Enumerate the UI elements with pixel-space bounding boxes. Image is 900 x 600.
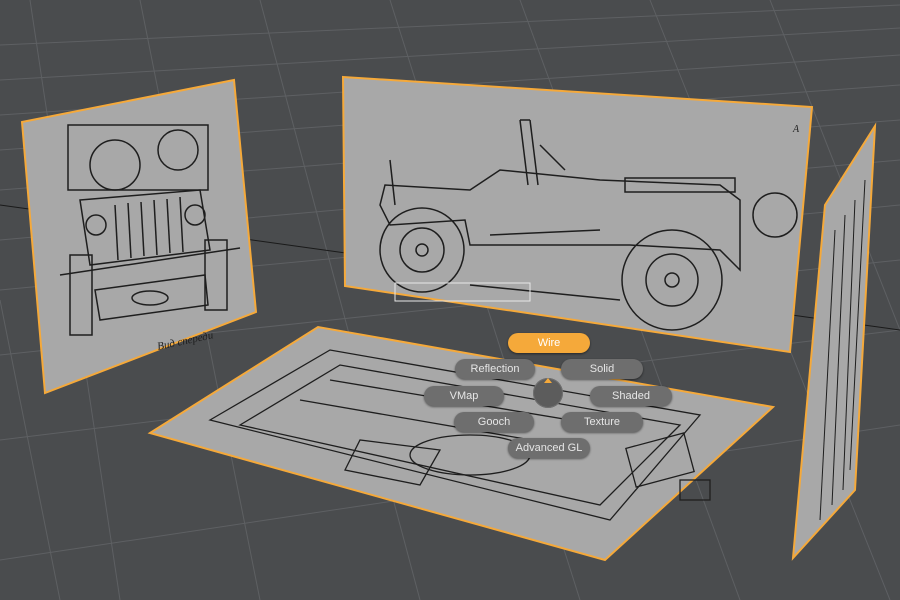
pie-item-gooch[interactable]: Gooch: [454, 412, 534, 432]
front-view-plane[interactable]: [20, 78, 258, 395]
pie-item-wire[interactable]: Wire: [508, 333, 590, 353]
pie-item-solid[interactable]: Solid: [561, 359, 643, 379]
pie-item-advanced-gl[interactable]: Advanced GL: [508, 438, 590, 458]
pie-item-reflection[interactable]: Reflection: [455, 359, 535, 379]
pie-item-vmap[interactable]: VMap: [424, 386, 504, 406]
pie-caret-icon: [544, 378, 552, 383]
pie-item-shaded[interactable]: Shaded: [590, 386, 672, 406]
3d-viewport[interactable]: Вид спереди A: [0, 0, 900, 600]
pie-item-texture[interactable]: Texture: [561, 412, 643, 432]
side-view-plane[interactable]: A: [341, 75, 814, 354]
side-view-marker: A: [792, 124, 800, 135]
